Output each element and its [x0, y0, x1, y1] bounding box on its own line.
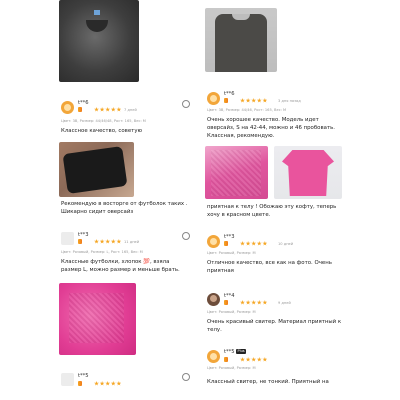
star-icon — [116, 381, 122, 386]
member-badge — [224, 98, 228, 103]
review-text: приятная к телу ! Обожаю эту кофту, тепе… — [207, 204, 337, 218]
review-photo-gray-shirt[interactable] — [59, 0, 139, 82]
user-avatar[interactable] — [61, 232, 74, 245]
review-photo-pink-sweater[interactable] — [205, 146, 268, 199]
star-icon — [256, 241, 262, 246]
star-icon — [94, 239, 99, 244]
member-badge — [78, 107, 82, 112]
rating-stars — [240, 98, 268, 104]
review-attributes: Цвет: Розовый, Размер: L, Рост: 165, Вес… — [61, 250, 143, 254]
review-username[interactable]: t**5 — [224, 349, 235, 355]
user-avatar[interactable] — [61, 101, 74, 114]
review-text: Отличное качество, все как на фото. Очен… — [207, 260, 332, 274]
star-icon — [99, 107, 105, 112]
star-icon — [262, 357, 268, 362]
review-attributes: Цвет: Розовый, Размер: M — [207, 310, 256, 314]
star-icon — [240, 357, 245, 362]
star-icon — [262, 241, 268, 246]
star-icon — [116, 239, 122, 244]
star-icon — [99, 239, 105, 244]
rating-stars — [240, 357, 268, 363]
star-icon — [240, 300, 245, 305]
review-photo-black-shirt[interactable] — [59, 142, 134, 197]
member-badge — [78, 381, 82, 386]
review-date: 10 дней — [278, 242, 294, 246]
rating-stars — [240, 241, 268, 247]
review-username[interactable]: t**3 — [78, 232, 89, 238]
star-icon — [110, 239, 116, 244]
star-icon — [105, 381, 111, 386]
review-username[interactable]: t**4 — [224, 293, 235, 299]
member-badge — [224, 357, 228, 362]
review-text: Очень красивый свитер. Материал приятный… — [207, 319, 342, 333]
like-icon[interactable] — [182, 232, 190, 240]
review-text: Классный свитер, не тонкий. Приятный на — [207, 379, 329, 385]
review-attributes: Цвет: 3B, Размер: 44/46/48, Рост: 165, В… — [61, 119, 146, 123]
star-icon — [256, 98, 262, 103]
star-icon — [251, 241, 257, 246]
star-icon — [105, 107, 111, 112]
star-icon — [116, 107, 122, 112]
member-badge — [224, 241, 228, 246]
star-icon — [105, 239, 111, 244]
user-avatar[interactable] — [207, 293, 220, 306]
star-icon — [94, 381, 99, 386]
review-attributes: Цвет: Розовый, Размер: M — [207, 366, 256, 370]
review-text: Классное качество, советую — [61, 128, 143, 134]
review-attributes: Цвет: 3B, Размер: 44/46, Рост: 165, Вес:… — [207, 108, 287, 112]
star-icon — [245, 300, 251, 305]
user-avatar[interactable] — [207, 92, 220, 105]
review-username[interactable]: t**6 — [78, 100, 89, 106]
review-username[interactable]: t**6 — [224, 91, 235, 97]
star-icon — [262, 98, 268, 103]
rating-stars — [94, 381, 122, 387]
star-icon — [256, 357, 262, 362]
like-icon[interactable] — [182, 373, 190, 381]
review-date: 11 дней — [124, 240, 140, 244]
star-icon — [251, 300, 257, 305]
member-badge — [224, 300, 228, 305]
star-icon — [240, 98, 245, 103]
star-icon — [110, 107, 116, 112]
review-photo-dark-shirt[interactable] — [205, 8, 277, 72]
star-icon — [262, 300, 268, 305]
review-text: Очень хорошее качество. Модель идет овер… — [207, 117, 335, 139]
review-date: 9 дней — [278, 301, 291, 305]
review-text: Классные футболки, хлопок 💯, взяла разме… — [61, 259, 180, 273]
review-photo-pink-shirt[interactable] — [59, 283, 136, 355]
review-date: 3 дня назад — [278, 99, 301, 103]
review-username[interactable]: t**3 — [224, 234, 235, 240]
review-attributes: Цвет: Розовый, Размер: M — [207, 251, 256, 255]
star-icon — [245, 357, 251, 362]
member-badge — [78, 239, 82, 244]
review-photo-pink-sweater-2[interactable] — [274, 146, 342, 199]
user-avatar[interactable] — [207, 350, 220, 363]
star-icon — [94, 107, 99, 112]
rating-stars — [94, 107, 122, 113]
star-icon — [251, 357, 257, 362]
rating-stars — [240, 300, 268, 306]
star-icon — [251, 98, 257, 103]
review-text: Рекомендую в восторге от футболок таких … — [61, 201, 188, 215]
user-avatar[interactable] — [61, 373, 74, 386]
star-icon — [245, 241, 251, 246]
plus-tag: Plus — [236, 349, 247, 354]
user-avatar[interactable] — [207, 235, 220, 248]
star-icon — [240, 241, 245, 246]
star-icon — [110, 381, 116, 386]
like-icon[interactable] — [182, 100, 190, 108]
review-username[interactable]: t**5 — [78, 373, 89, 379]
star-icon — [245, 98, 251, 103]
star-icon — [256, 300, 262, 305]
star-icon — [99, 381, 105, 386]
rating-stars — [94, 239, 122, 245]
review-date: 7 дней — [124, 108, 137, 112]
